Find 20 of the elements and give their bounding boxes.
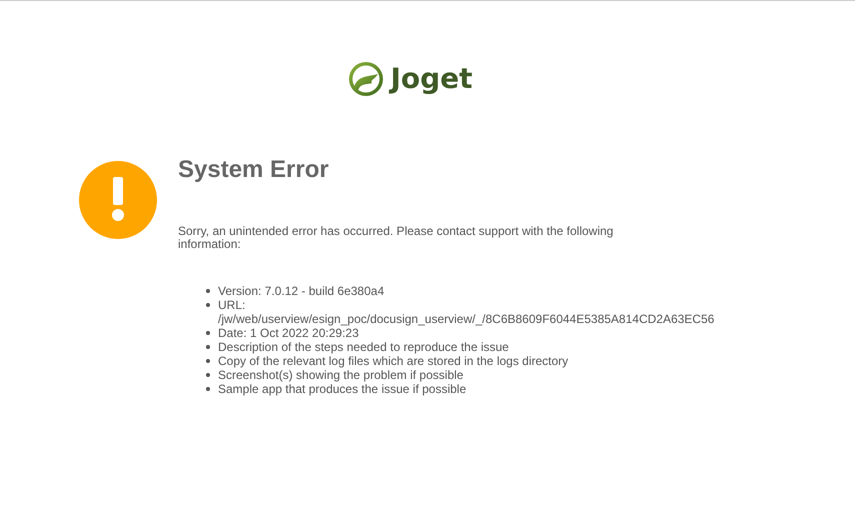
detail-text: Screenshot(s) showing the problem if possible bbox=[218, 368, 464, 382]
detail-text: Date: 1 Oct 2022 20:29:23 bbox=[218, 326, 359, 340]
detail-label: URL: bbox=[218, 298, 246, 312]
logo-wordmark: Joget bbox=[390, 61, 473, 97]
warning-icon bbox=[79, 161, 157, 239]
bullet-icon bbox=[206, 289, 210, 293]
detail-text: Sample app that produces the issue if possible bbox=[218, 382, 466, 396]
error-message: Sorry, an unintended error has occurred. Please contact support with the following information: bbox=[178, 225, 614, 251]
bullet-icon bbox=[206, 303, 210, 307]
detail-url: /jw/web/userview/esign_poc/docusign_userview/_/8C6B8609F6044E5385A814CD2A63EC56 bbox=[218, 312, 714, 326]
detail-text: Description of the steps needed to reproduce the issue bbox=[218, 340, 509, 354]
detail-text: Copy of the relevant log files which are stored in the logs directory bbox=[218, 354, 568, 368]
detail-text: Version: 7.0.12 - build 6e380a4 bbox=[218, 284, 384, 298]
bullet-icon bbox=[206, 345, 210, 349]
error-title: System Error bbox=[178, 156, 330, 184]
leaf-logo-icon bbox=[348, 61, 384, 97]
bullet-icon bbox=[206, 331, 210, 335]
bullet-icon bbox=[206, 359, 210, 363]
bullet-icon bbox=[206, 373, 210, 377]
bullet-icon bbox=[206, 387, 210, 391]
